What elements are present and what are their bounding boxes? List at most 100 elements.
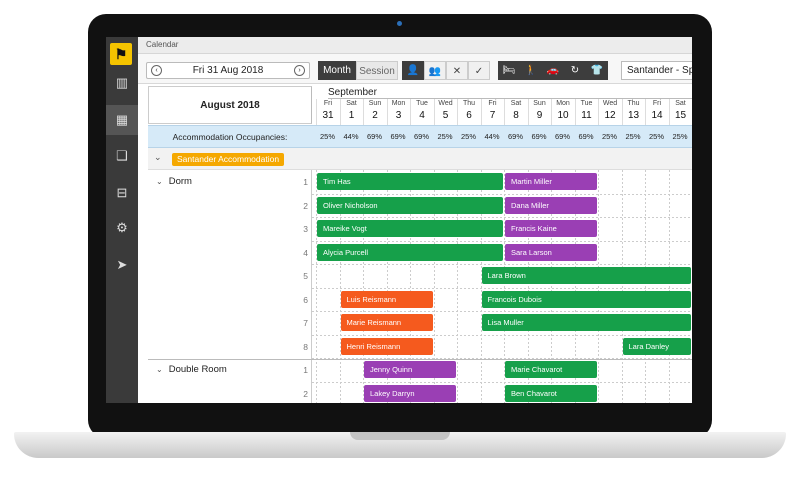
day-number: 8 [513,110,519,121]
room-name-text: Dorm [168,176,192,187]
occupancy-value: 25% [319,132,335,141]
booking-bar[interactable]: Marie Chavarot [505,361,597,378]
occupancy-value: 69% [554,132,570,141]
reports-icon[interactable]: ▥ [106,68,138,98]
booking-bar[interactable]: Francis Kaine [505,220,597,237]
day-of-week: Sat [675,100,686,107]
booking-bar[interactable]: Jenny Quinn [364,361,456,378]
chevron-down-icon[interactable]: ⌄ [156,177,163,186]
group-row[interactable]: ⌄ Santander Accommodation [148,148,692,170]
room-name[interactable]: ⌄ Dorm [156,176,192,187]
send-icon[interactable]: ➤ [106,250,138,280]
grid-row-line [312,381,692,383]
booking-bar[interactable]: Dana Miller [505,196,597,214]
booking-bar[interactable]: Marie Reismann [340,314,433,331]
check-circle-icon[interactable]: ✓ [468,61,490,80]
occupancy-value: 69% [531,132,547,141]
calendar-icon[interactable]: ▦ [106,105,138,135]
day-column-header: Tue 4 [410,99,433,125]
day-column-header: Wed 12 [598,99,621,125]
date-picker[interactable]: ‹ Fri 31 Aug 2018 › [146,62,310,79]
booking-bar[interactable]: Henri Reismann [340,337,433,355]
chevron-down-icon[interactable]: ⌄ [156,365,163,374]
shirt-icon[interactable]: 👕 [586,61,608,80]
grid-row-line [312,311,692,312]
laptop-notch [350,432,450,440]
hostel-logo-icon[interactable]: ⚑ [110,43,132,65]
day-column-header: Fri 7 [480,99,504,125]
close-icon[interactable]: ✕ [446,61,468,80]
booking-bar[interactable]: Lisa Muller [481,314,691,331]
day-column-header: Tue 11 [574,99,598,125]
resource-select[interactable]: Santander - Spa [621,61,692,80]
booking-bar[interactable]: Lakey Darryn [364,384,456,402]
day-number: 3 [395,110,402,121]
day-of-week: Fri [488,100,497,107]
booking-cells: Tim Has Martin Miller Oliver Nicholson Dana… [312,170,692,403]
calendar-grid: August 2018 September Fri 31 Sat 1 Sun 2 Mon 3 T… [148,86,692,403]
room-divider [148,359,692,360]
day-number: 31 [322,110,334,121]
occupancy-value: 25% [437,132,453,141]
row-number: 4 [303,247,308,258]
month-view-button[interactable]: Month [318,61,356,80]
day-number: 7 [489,110,496,121]
room-name[interactable]: ⌄ Double Room [156,364,227,375]
row-number: 2 [303,200,308,211]
booking-bar[interactable]: Lara Brown [481,267,691,284]
book-icon[interactable]: ❑ [106,141,138,171]
day-number: 11 [581,110,592,121]
grid-column-line [598,170,599,403]
booking-bar[interactable]: Sara Larson [505,243,597,261]
prev-date-icon[interactable]: ‹ [151,65,162,76]
refresh-icon[interactable]: ↻ [564,61,586,80]
toolbar: ‹ Fri 31 Aug 2018 › Month Session 👤 👥 ✕ … [138,54,692,84]
settings-icon[interactable]: ⚙ [106,213,138,243]
day-of-week: Tue [580,100,593,107]
occupancy-label: Accommodation Occupancies: [172,132,288,142]
day-number: 1 [348,110,355,121]
day-of-week: Thu [627,100,640,107]
day-column-header: Sat 15 [668,99,692,125]
day-of-week: Wed [602,100,618,107]
day-number: 15 [674,110,687,121]
booking-bar[interactable]: Luis Reismann [340,290,433,308]
booking-bar[interactable]: Alycia Purcell [317,243,503,261]
day-number: 9 [536,110,543,121]
row-number: 3 [303,224,308,234]
day-column-header: Thu 13 [621,99,645,125]
day-column-header: Sun 9 [527,99,551,125]
day-number: 12 [604,110,616,121]
inbox-icon[interactable]: ⊟ [106,178,138,208]
group-guests-icon[interactable]: 👥 [424,61,446,80]
single-guest-icon[interactable]: 👤 [402,61,424,80]
booking-bar[interactable]: Martin Miller [505,173,597,190]
day-column-header: Mon 3 [386,99,410,125]
day-number: 4 [419,110,425,121]
next-date-icon[interactable]: › [294,65,305,76]
chevron-down-icon[interactable]: ⌄ [154,152,162,163]
day-column-header: Fri 14 [645,99,668,125]
group-badge: Santander Accommodation [172,153,285,166]
booking-bar[interactable]: Oliver Nicholson [317,196,503,214]
row-number: 1 [303,177,308,187]
current-date: Fri 31 Aug 2018 [192,65,264,76]
occupancy-value: 25% [672,132,688,141]
occupancy-value: 25% [625,132,641,141]
booking-bar[interactable]: Tim Has [317,173,503,190]
month-label: August 2018 [148,86,312,124]
booking-bar[interactable]: Francois Dubois [481,290,691,308]
day-of-week: Tue [416,100,428,107]
session-view-button[interactable]: Session [356,61,398,80]
booking-bar[interactable]: Lara Danley [622,337,691,355]
bed-icon[interactable]: 🛏 [498,61,520,80]
car-icon[interactable]: 🚗 [542,61,564,80]
sidebar: ⚑ ▥ ▦ ❑ ⊟ ⚙ ➤ [106,37,138,403]
occupancy-value: 25% [460,132,476,141]
occupancy-value: 44% [343,132,359,141]
booking-bar[interactable]: Ben Chavarot [505,384,597,402]
booking-bar[interactable]: Mareike Vogt [317,220,503,237]
day-of-week: Wed [438,100,453,107]
day-column-header: Mon 10 [551,99,574,125]
walking-icon[interactable]: 🚶 [520,61,542,80]
